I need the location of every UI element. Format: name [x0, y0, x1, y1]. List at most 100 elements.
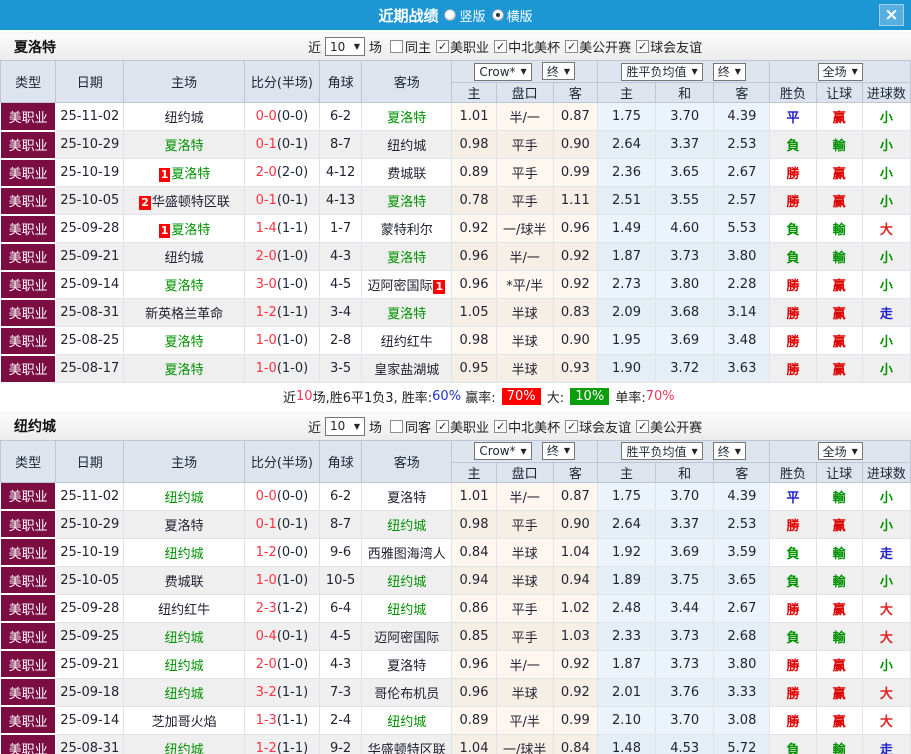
- fulltime-score: 1-2: [255, 305, 277, 320]
- dropdown-arrow-icon: ▼: [691, 446, 698, 456]
- avg-away-cell: 3.14: [713, 298, 771, 327]
- league-filter[interactable]: 美职业: [431, 417, 489, 436]
- avg-final-select[interactable]: 终 ▼: [712, 62, 746, 81]
- fulltime-score: 1-2: [255, 740, 277, 754]
- odds-away-cell: 0.96: [552, 214, 598, 243]
- away-rank-badge: 1: [433, 280, 446, 294]
- dropdown-arrow-icon: ▼: [353, 42, 361, 51]
- league-filter[interactable]: 美公开赛: [560, 37, 631, 56]
- match-row: 美职业 25-09-28 纽约红牛 2-3(1-2) 6-4 纽约城 0.86 …: [0, 593, 911, 623]
- avg-draw-cell: 4.53: [655, 733, 715, 754]
- goals-result-cell: 小: [861, 130, 911, 159]
- league-checkbox[interactable]: [494, 40, 508, 53]
- league-filter[interactable]: 中北美杯: [489, 37, 560, 56]
- score-cell: 0-0(0-0): [243, 102, 321, 131]
- league-filter[interactable]: 中北美杯: [489, 417, 560, 436]
- match-count-select[interactable]: 10 ▼: [325, 416, 366, 436]
- odds-home-cell: 0.98: [451, 326, 497, 355]
- handicap-cell: 半/一: [495, 242, 554, 271]
- radio-horizontal-layout[interactable]: 横版: [491, 6, 533, 25]
- avg-away-cell: 2.68: [713, 621, 771, 651]
- goals-result-cell: 小: [861, 649, 911, 679]
- same-venue-label: 同客: [405, 420, 432, 436]
- home-cell: 纽约城: [123, 481, 245, 511]
- league-filter[interactable]: 球会友谊: [560, 417, 631, 436]
- section-header: 纽约城 近 10 ▼ 场 同客 美职业 中北美杯 球会友谊 美公开赛: [0, 411, 911, 440]
- avg-final-select[interactable]: 终 ▼: [712, 442, 746, 460]
- sub-header-result: 胜负: [769, 82, 817, 103]
- odds-home-cell: 1.05: [451, 298, 497, 327]
- dropdown-arrow-icon: ▼: [353, 421, 361, 431]
- fulltime-score: 0-1: [255, 137, 277, 152]
- league-checkbox[interactable]: [565, 419, 579, 433]
- handicap-result-cell: 輸: [815, 481, 863, 511]
- result-cell: 負: [769, 130, 817, 159]
- odds-home-cell: 0.98: [451, 130, 497, 159]
- scope-group-header: 全场 ▼: [769, 60, 911, 83]
- same-venue-checkbox[interactable]: [390, 40, 404, 53]
- match-row: 美职业 25-08-17 夏洛特 1-0(1-0) 3-5 皇家盐湖城 0.95…: [0, 354, 911, 384]
- league-filter[interactable]: 美职业: [431, 37, 489, 56]
- avg-final-value: 终: [717, 65, 730, 79]
- home-cell: 夏洛特: [123, 354, 245, 383]
- away-cell: 夏洛特: [361, 649, 453, 679]
- league-filter[interactable]: 美公开赛: [631, 417, 702, 436]
- avg-away-cell: 2.57: [713, 186, 771, 215]
- league-checkbox[interactable]: [636, 419, 650, 433]
- league-checkbox[interactable]: [565, 40, 579, 53]
- same-venue-checkbox[interactable]: [390, 419, 404, 433]
- close-button[interactable]: ×: [879, 4, 904, 26]
- odds-company-value: Crow*: [479, 444, 516, 459]
- away-team: 夏洛特: [387, 307, 427, 322]
- score-cell: 0-1(0-1): [243, 186, 321, 215]
- league-filter[interactable]: 球会友谊: [631, 37, 702, 56]
- corners-cell: 6-2: [319, 481, 363, 511]
- handicap-cell: 一/球半: [495, 733, 554, 754]
- goals-result-cell: 大: [861, 593, 911, 623]
- match-row: 美职业 25-08-25 夏洛特 1-0(1-0) 2-8 纽约红牛 0.98 …: [0, 326, 911, 356]
- corners-cell: 3-5: [319, 354, 363, 383]
- avg-away-cell: 2.53: [713, 509, 771, 539]
- titlebar-center: 近期战绩 竖版 横版: [378, 5, 532, 26]
- near-label: 近: [308, 41, 322, 56]
- corners-cell: 7-3: [319, 677, 363, 707]
- scope-select[interactable]: 全场 ▼: [817, 442, 863, 460]
- league-checkbox[interactable]: [494, 419, 508, 433]
- match-count-select[interactable]: 10 ▼: [325, 37, 366, 56]
- sub-header-odds-away: 客: [552, 461, 598, 483]
- odds-company-select[interactable]: Crow* ▼: [474, 62, 532, 81]
- sub-header-goals: 进球数: [861, 461, 911, 483]
- avg-home-cell: 1.92: [596, 537, 657, 567]
- sub-header-avg-draw: 和: [655, 461, 715, 483]
- avg-select[interactable]: 胜平负均值 ▼: [621, 442, 703, 460]
- avg-group-header: 胜平负均值 ▼ 终 ▼: [596, 60, 771, 83]
- odds-final-select[interactable]: 终 ▼: [541, 441, 575, 460]
- avg-select[interactable]: 胜平负均值 ▼: [621, 62, 703, 81]
- goals-result-cell: 小: [861, 242, 911, 271]
- sub-header-avg-away: 客: [713, 461, 771, 483]
- league-checkbox[interactable]: [436, 419, 450, 433]
- away-cell: 皇家盐湖城: [361, 354, 453, 383]
- halftime-score: (2-0): [276, 165, 309, 180]
- avg-home-cell: 1.75: [596, 481, 657, 511]
- halftime-score: (0-1): [276, 137, 309, 152]
- odds-away-cell: 1.11: [552, 186, 598, 215]
- halftime-score: (0-0): [276, 544, 309, 560]
- league-checkbox[interactable]: [436, 40, 450, 53]
- home-rank-badge: 2: [139, 196, 151, 210]
- odds-final-select[interactable]: 终 ▼: [541, 62, 575, 81]
- games-label: 场: [369, 420, 383, 436]
- scope-select[interactable]: 全场 ▼: [817, 62, 863, 81]
- odds-home-cell: 0.95: [451, 354, 497, 383]
- odds-away-cell: 0.92: [552, 677, 598, 707]
- radio-vertical-layout[interactable]: 竖版: [444, 6, 486, 25]
- away-cell: 夏洛特: [361, 242, 453, 271]
- results-table: 类型 日期 主场 比分(半场) 角球 客场 Crow* ▼ 终 ▼ 胜平负均值 ▼ 终…: [0, 60, 911, 384]
- avg-draw-cell: 3.37: [655, 130, 715, 159]
- away-team: 华盛顿特区联: [367, 742, 446, 754]
- halftime-score: (1-2): [276, 600, 309, 616]
- corners-cell: 3-4: [319, 298, 363, 327]
- odds-company-select[interactable]: Crow* ▼: [474, 442, 532, 461]
- league-checkbox[interactable]: [636, 40, 650, 53]
- avg-draw-cell: 3.70: [655, 102, 715, 131]
